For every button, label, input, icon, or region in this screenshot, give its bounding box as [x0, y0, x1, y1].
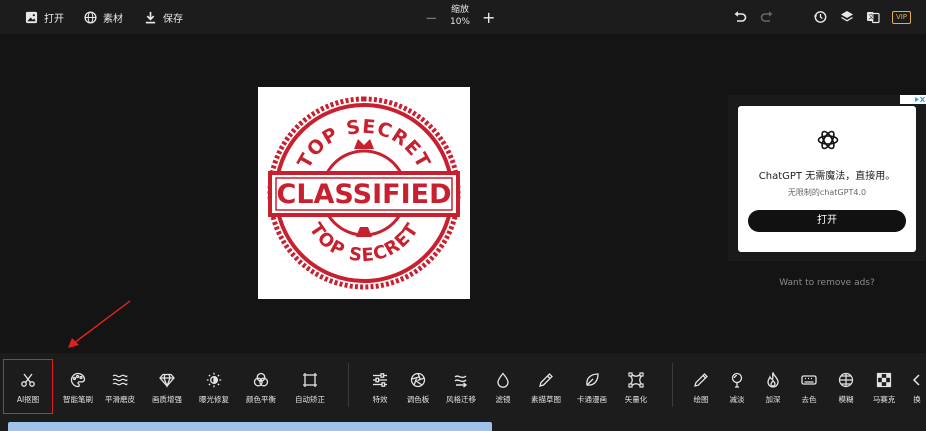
zoom-value: 10% [449, 17, 470, 27]
save-label: 保存 [163, 13, 183, 25]
redo-icon [760, 11, 773, 22]
download-icon [145, 11, 156, 23]
mosaic-icon [876, 372, 892, 388]
dodge-icon [731, 372, 743, 388]
canvas-image[interactable]: TOP SECRET TOP SECRET CLASSIFIED [258, 87, 470, 299]
tool-vectorize[interactable]: 矢量化 [613, 366, 659, 408]
pen-icon [694, 373, 708, 387]
tool-color-balance[interactable]: 颜色平衡 [238, 366, 284, 408]
ad-subtitle: 无限制的chatGPT4.0 [787, 188, 867, 197]
tool-enhance[interactable]: 画质增强 [144, 366, 190, 408]
redo-button[interactable] [759, 9, 775, 25]
openai-logo-icon [817, 130, 839, 150]
color-circles-icon [253, 372, 269, 387]
crown-icon [354, 139, 374, 149]
layers-button[interactable] [839, 9, 855, 25]
blur-icon [838, 372, 854, 388]
svg-text:TOP SECRET: TOP SECRET [293, 116, 434, 173]
stamp-center-text: CLASSIFIED [277, 179, 452, 210]
crop-frame-icon [303, 373, 317, 387]
assets-button[interactable]: 素材 [84, 8, 123, 26]
zoom-out-button[interactable]: − [425, 9, 438, 27]
assets-label: 素材 [103, 13, 123, 25]
pencil-sketch-icon [539, 373, 553, 387]
chevron-left-icon [912, 374, 920, 386]
zoom-label: 缩放 [450, 5, 469, 15]
ad-card[interactable]: ChatGPT 无需魔法，直接用。 无限制的chatGPT4.0 打开 [738, 106, 916, 252]
ad-title: ChatGPT 无需魔法，直接用。 [758, 171, 896, 182]
globe-icon [84, 10, 97, 24]
svg-text:文: 文 [868, 13, 874, 21]
open-button[interactable]: 打开 [25, 8, 64, 26]
language-button[interactable]: 文 [865, 9, 881, 25]
remove-ads-link[interactable]: Want to remove ads? [728, 278, 926, 288]
open-label: 打开 [44, 13, 64, 25]
style-transfer-icon [454, 375, 468, 388]
brightness-icon [206, 372, 222, 388]
history-button[interactable] [812, 9, 828, 25]
undo-button[interactable] [732, 9, 748, 25]
stamp-top-text: TOP SECRET [293, 116, 433, 173]
vector-nodes-icon [628, 372, 644, 388]
stamp-bottom-text: TOP SECRET [305, 219, 422, 266]
annotation-arrow-icon [68, 300, 131, 348]
desaturate-icon [801, 375, 817, 385]
tool-label: 矢量化 [624, 395, 648, 404]
vip-badge[interactable]: VIP [892, 11, 911, 24]
progress-bar [8, 422, 492, 431]
ad-panel: ChatGPT 无需魔法，直接用。 无限制的chatGPT4.0 打开 [728, 95, 926, 261]
toolbar-divider [348, 363, 349, 407]
svg-text:TOP SECRET: TOP SECRET [305, 219, 423, 266]
annotation-highlight-box [3, 359, 53, 414]
waves-icon [112, 374, 128, 386]
ad-open-button[interactable]: 打开 [748, 210, 906, 232]
zoom-control: − 缩放 10% + [420, 3, 500, 31]
bell-icon [356, 227, 372, 237]
undo-icon [734, 11, 747, 22]
sliders-icon [373, 373, 387, 387]
diamond-icon [159, 373, 175, 388]
tool-label: 自动矫正 [295, 395, 325, 404]
aperture-icon [410, 372, 426, 388]
classified-stamp-image: TOP SECRET TOP SECRET CLASSIFIED [267, 96, 461, 290]
layers-icon [841, 11, 853, 22]
tool-smooth-skin[interactable]: 平滑磨皮 [97, 366, 143, 408]
tool-auto-correct[interactable]: 自动矫正 [287, 366, 333, 408]
save-button[interactable]: 保存 [144, 8, 183, 26]
ad-choices-icon[interactable] [900, 95, 926, 104]
palette-icon [70, 372, 86, 388]
tool-scroll-more[interactable]: 换 [895, 366, 926, 408]
image-icon [25, 11, 38, 23]
translate-icon: 文 [867, 12, 880, 24]
leaf-icon [586, 373, 599, 386]
tool-label: 换 [913, 395, 921, 404]
zoom-in-button[interactable]: + [482, 8, 495, 27]
flame-icon [767, 372, 779, 388]
tool-exposure[interactable]: 曝光修复 [191, 366, 237, 408]
drop-icon [497, 372, 509, 388]
history-icon [813, 11, 827, 23]
